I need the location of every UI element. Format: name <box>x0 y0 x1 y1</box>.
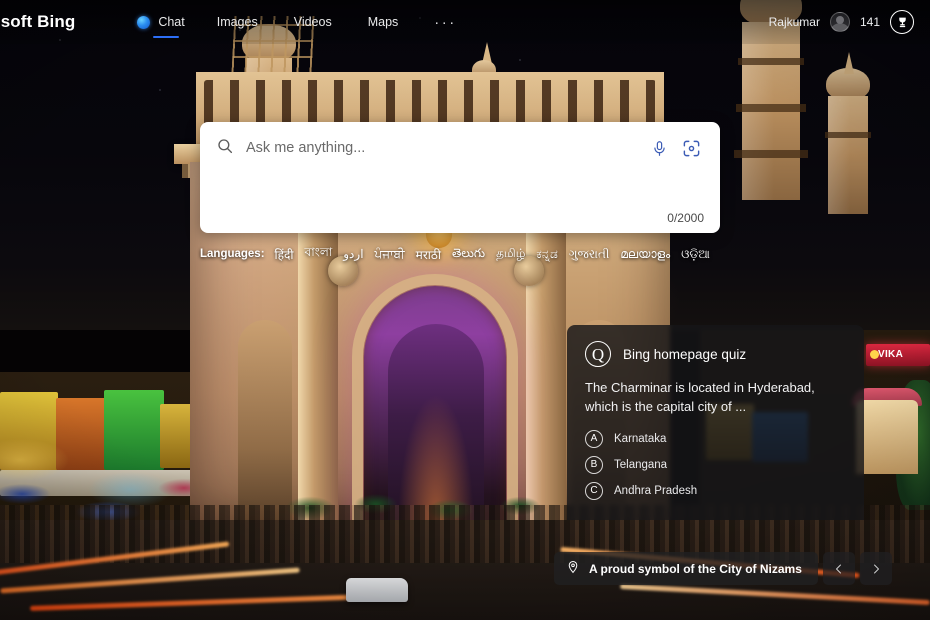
language-link-malayalam[interactable]: മലയാളം <box>620 247 670 262</box>
carousel-next-button[interactable] <box>859 552 892 585</box>
search-input[interactable] <box>246 140 640 156</box>
chat-bubble-icon <box>137 15 151 29</box>
languages-row: Languages: हिंदी বাংলা اردو ਪੰਜਾਬੀ मराठी… <box>200 244 760 264</box>
search-icon <box>216 137 234 160</box>
quiz-option-c[interactable]: C Andhra Pradesh <box>585 481 846 500</box>
image-caption-bar: A proud symbol of the City of Nizams <box>554 552 892 585</box>
language-link-odia[interactable]: ଓଡ଼ିଆ <box>681 247 710 262</box>
language-link-urdu[interactable]: اردو <box>343 247 363 261</box>
minaret-ring <box>736 104 806 112</box>
quiz-options: A Karnataka B Telangana C Andhra Pradesh <box>585 429 846 500</box>
top-navigation-bar: crosoft Bing Chat Images Videos Maps ···… <box>0 0 930 44</box>
background-image: VIKA <box>0 0 930 620</box>
bing-homepage: VIKA soft Bing Chat Images Videos Maps ·… <box>0 0 930 620</box>
option-label-a: Karnataka <box>614 432 667 445</box>
quiz-badge-icon: Q <box>585 341 611 367</box>
minaret-shaft <box>828 96 868 214</box>
billboard-text: VIKA <box>878 349 904 360</box>
minaret-spire <box>844 52 854 74</box>
minaret-ring <box>738 58 804 65</box>
nav-label-chat: Chat <box>158 15 185 29</box>
nav-item-chat[interactable]: Chat <box>137 9 185 38</box>
language-link-marathi[interactable]: मराठी <box>416 246 441 263</box>
location-pin-icon <box>566 560 580 577</box>
search-row <box>200 122 720 174</box>
nav-links: Chat Images Videos Maps ··· <box>137 8 457 38</box>
nav-item-maps[interactable]: Maps <box>368 9 399 35</box>
quiz-title: Bing homepage quiz <box>623 346 747 362</box>
quiz-option-a[interactable]: A Karnataka <box>585 429 846 448</box>
rewards-trophy-icon[interactable] <box>890 10 914 34</box>
parked-van <box>346 578 408 602</box>
vika-billboard: VIKA <box>866 344 930 366</box>
billboard-dot <box>870 350 879 359</box>
minaret-far-right <box>820 52 876 214</box>
quiz-question: The Charminar is located in Hyderabad, w… <box>585 380 815 414</box>
nav-item-videos[interactable]: Videos <box>294 9 332 35</box>
option-label-c: Andhra Pradesh <box>614 484 698 497</box>
nav-overflow-menu[interactable]: ··· <box>434 8 457 37</box>
option-key-b: B <box>585 455 603 474</box>
language-link-punjabi[interactable]: ਪੰਜਾਬੀ <box>375 247 405 262</box>
header-account-area: Rajkumar 141 <box>769 10 914 34</box>
language-link-bengali[interactable]: বাংলা <box>305 244 333 264</box>
option-key-a: A <box>585 429 603 448</box>
avatar[interactable] <box>829 12 850 32</box>
homepage-quiz-panel: Q Bing homepage quiz The Charminar is lo… <box>567 325 864 520</box>
caption-text: A proud symbol of the City of Nizams <box>589 561 802 576</box>
rewards-points[interactable]: 141 <box>860 15 880 29</box>
quiz-header: Q Bing homepage quiz <box>585 341 846 367</box>
nav-item-images[interactable]: Images <box>217 9 258 35</box>
chevron-right-icon <box>873 564 879 573</box>
minaret-ring <box>734 150 808 158</box>
bing-logo[interactable]: crosoft Bing <box>0 12 75 32</box>
user-name[interactable]: Rajkumar <box>769 15 820 29</box>
language-link-telugu[interactable]: తెలుగు <box>452 246 485 263</box>
language-link-gujarati[interactable]: ગુજરાતી <box>569 247 610 262</box>
search-card: 0/2000 <box>200 122 720 233</box>
language-link-hindi[interactable]: हिंदी <box>275 246 294 263</box>
language-link-kannada[interactable]: ಕನ್ನಡ <box>536 247 557 262</box>
visual-search-icon[interactable] <box>678 135 704 161</box>
microphone-icon[interactable] <box>646 135 672 161</box>
option-key-c: C <box>585 481 603 500</box>
language-link-tamil[interactable]: தமிழ் <box>496 246 525 262</box>
chevron-left-icon <box>835 564 841 573</box>
character-counter: 0/2000 <box>667 211 704 225</box>
quiz-option-b[interactable]: B Telangana <box>585 455 846 474</box>
carousel-prev-button[interactable] <box>822 552 855 585</box>
option-label-b: Telangana <box>614 458 668 471</box>
image-caption[interactable]: A proud symbol of the City of Nizams <box>554 552 818 585</box>
gazebo <box>856 400 918 474</box>
languages-label: Languages: <box>200 248 265 260</box>
minaret-ring <box>825 132 871 138</box>
